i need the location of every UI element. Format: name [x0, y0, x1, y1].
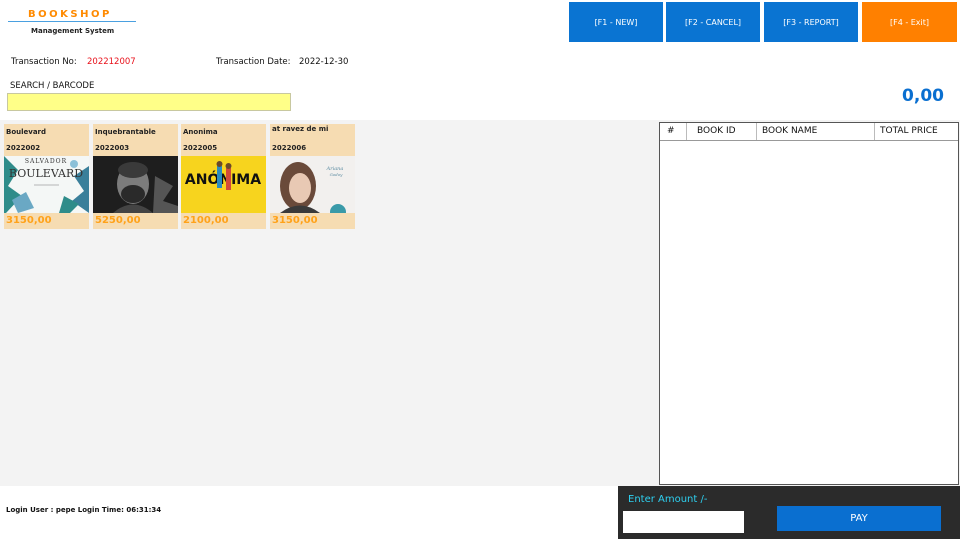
- amount-label: Enter Amount /-: [628, 494, 708, 505]
- book-title: Inquebrantable: [95, 128, 156, 136]
- app-logo-subtitle: Management System: [31, 27, 115, 35]
- amount-input[interactable]: [623, 511, 744, 533]
- logo-divider: [8, 21, 136, 22]
- book-title: at ravez de mi: [272, 125, 329, 133]
- new-button[interactable]: [F1 - NEW]: [569, 2, 663, 42]
- cancel-button[interactable]: [F2 - CANCEL]: [666, 2, 760, 42]
- book-title: Anonima: [183, 128, 218, 136]
- book-card[interactable]: Anonima 2022005 ANÓNIMA 2100,00: [181, 124, 266, 229]
- book-price: 3150,00: [272, 215, 318, 226]
- cart-table[interactable]: # BOOK ID BOOK NAME TOTAL PRICE: [659, 122, 959, 485]
- book-card[interactable]: Inquebrantable 2022003 5250,00: [93, 124, 178, 229]
- total-amount: 0,00: [902, 86, 944, 106]
- transaction-no-label: Transaction No:: [11, 57, 77, 67]
- boulevard-cover-title: BOULEVARD: [9, 167, 83, 180]
- book-id: 2022003: [95, 144, 130, 152]
- at-ravez-de-mi-cover: Ariana Godoy: [270, 156, 355, 213]
- book-id: 2022006: [272, 144, 307, 152]
- col-total-price-header: TOTAL PRICE: [880, 126, 938, 136]
- book-id: 2022005: [183, 144, 218, 152]
- boulevard-cover-top-text: SALVADOR: [25, 158, 67, 165]
- col-book-name-header: BOOK NAME: [762, 126, 818, 136]
- cart-table-header: # BOOK ID BOOK NAME TOTAL PRICE: [660, 123, 958, 141]
- transaction-no-value: 202212007: [87, 57, 136, 67]
- app-logo-title: BOOKSHOP: [28, 9, 112, 20]
- report-button[interactable]: [F3 - REPORT]: [764, 2, 858, 42]
- book-card[interactable]: Boulevard 2022002 SALVADOR BOULEVARD 315…: [4, 124, 89, 229]
- inquebrantable-cover: [93, 156, 178, 213]
- search-input[interactable]: [7, 93, 291, 111]
- transaction-date-label: Transaction Date:: [216, 57, 291, 67]
- book-title: Boulevard: [6, 128, 47, 136]
- login-info: Login User : pepe Login Time: 06:31:34: [6, 506, 162, 514]
- book-price: 5250,00: [95, 215, 141, 226]
- anonima-cover-title: ANÓNIMA: [185, 170, 261, 188]
- col-book-id-header: BOOK ID: [697, 126, 736, 136]
- exit-button[interactable]: [F4 - Exit]: [862, 2, 957, 42]
- book-id: 2022002: [6, 144, 41, 152]
- col-index-header: #: [667, 126, 675, 136]
- transaction-date-value: 2022-12-30: [299, 57, 349, 67]
- book-price: 2100,00: [183, 215, 229, 226]
- svg-text:Godoy: Godoy: [330, 172, 344, 177]
- boulevard-cover: SALVADOR BOULEVARD: [4, 156, 89, 213]
- book-price: 3150,00: [6, 215, 52, 226]
- anonima-cover: ANÓNIMA: [181, 156, 266, 213]
- pay-button[interactable]: PAY: [777, 506, 941, 531]
- book-card[interactable]: at ravez de mi 2022006 Ariana Godoy 3150…: [270, 124, 355, 229]
- search-label: SEARCH / BARCODE: [10, 81, 95, 91]
